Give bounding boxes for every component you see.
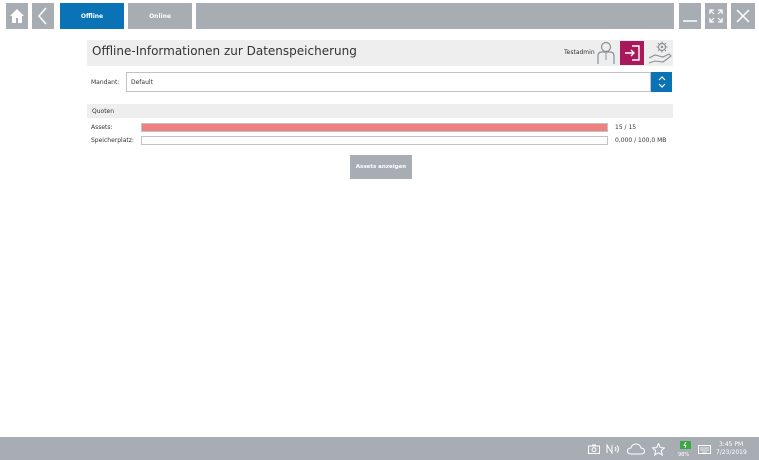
storage-label: Speicherplatz: <box>91 137 134 144</box>
clock-date[interactable]: 7/23/2019 <box>716 449 747 456</box>
settings-hand-icon[interactable] <box>647 40 673 66</box>
quoten-section-header: Quoten <box>87 104 673 118</box>
mandant-dropdown-button[interactable] <box>651 72 672 92</box>
logout-button[interactable] <box>620 41 644 65</box>
clock-time[interactable]: 3:45 PM <box>719 441 743 448</box>
cloud-icon[interactable] <box>626 442 646 456</box>
star-icon[interactable] <box>651 442 665 456</box>
storage-quota-bar <box>141 136 608 145</box>
chevron-left-icon <box>38 7 47 25</box>
fullscreen-button[interactable] <box>705 3 727 29</box>
close-icon <box>736 9 750 23</box>
battery-icon[interactable] <box>679 440 693 450</box>
mandant-value: Default <box>131 79 153 86</box>
tab-online[interactable]: Online <box>128 3 192 29</box>
storage-quota-value: 0,000 / 100,0 MB <box>615 137 667 144</box>
top-toolbar: Offline Online <box>0 0 759 32</box>
show-assets-button[interactable]: Assets anzeigen <box>350 155 412 179</box>
assets-quota-value: 15 / 15 <box>615 124 637 131</box>
user-icon[interactable] <box>596 41 616 65</box>
tab-offline[interactable]: Offline <box>60 3 124 29</box>
battery-percent: 98% <box>678 452 690 458</box>
page-header: Offline-Informationen zur Datenspeicheru… <box>87 40 673 66</box>
toolbar-filler <box>196 3 674 29</box>
mandant-select[interactable]: Default <box>126 72 651 92</box>
keyboard-icon[interactable] <box>697 442 711 456</box>
camera-icon[interactable] <box>587 442 601 456</box>
minimize-button[interactable] <box>679 3 701 29</box>
page-title: Offline-Informationen zur Datenspeicheru… <box>92 44 357 58</box>
mandant-label: Mandant: <box>91 79 120 86</box>
back-button[interactable] <box>32 3 54 29</box>
chevron-up-down-icon <box>658 76 665 88</box>
logout-icon <box>625 45 640 61</box>
user-name: Testadmin <box>564 49 595 56</box>
home-icon <box>10 9 24 23</box>
nfc-icon[interactable] <box>605 442 621 456</box>
close-button[interactable] <box>731 3 755 29</box>
fullscreen-icon <box>709 9 723 23</box>
home-button[interactable] <box>6 3 28 29</box>
assets-quota-fill <box>142 124 607 131</box>
quoten-title: Quoten <box>92 108 115 115</box>
assets-quota-bar <box>141 123 608 132</box>
minimize-icon <box>683 20 697 22</box>
taskbar: 98% 3:45 PM 7/23/2019 <box>0 437 759 460</box>
assets-label: Assets: <box>91 124 113 131</box>
